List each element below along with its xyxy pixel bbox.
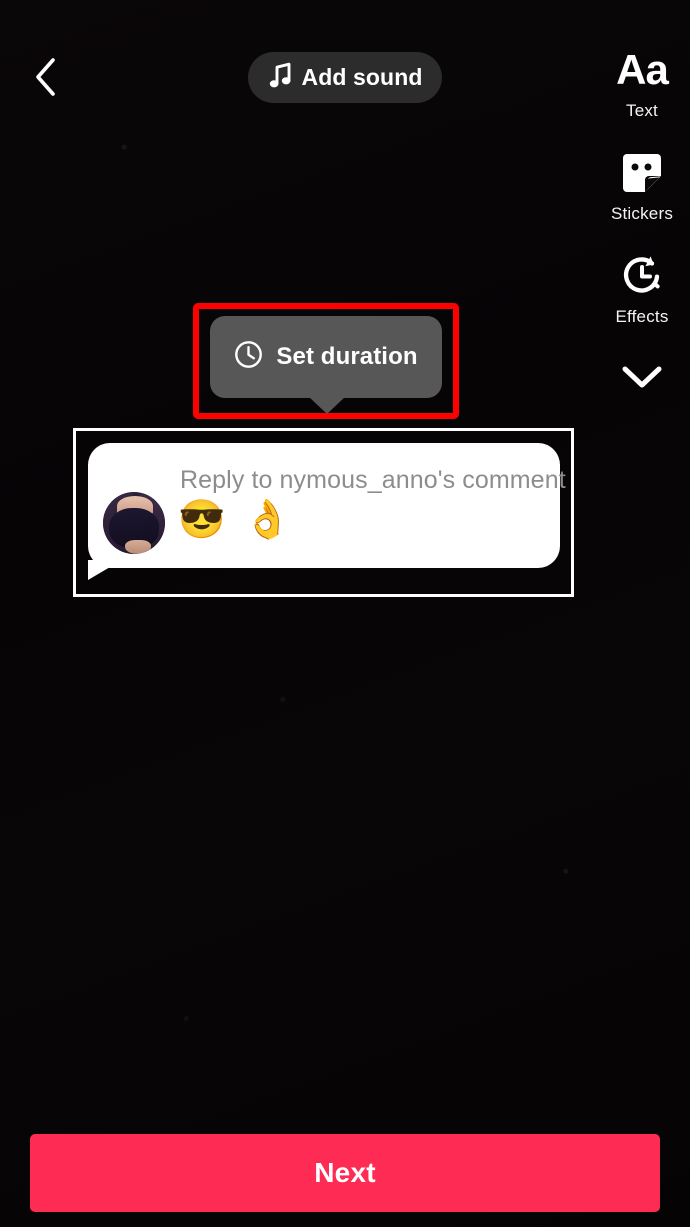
text-aa-glyph: Aa bbox=[616, 46, 669, 93]
collapse-rail-button[interactable] bbox=[594, 353, 690, 405]
editor-screen: Add sound Aa Text Stickers Effects Set d… bbox=[0, 0, 690, 1227]
comment-bubble-tail bbox=[88, 560, 122, 580]
chevron-down-icon bbox=[620, 363, 664, 396]
comment-emojis: 😎 👌 bbox=[178, 499, 296, 541]
rail-item-effects-label: Effects bbox=[615, 307, 669, 326]
comment-reply-text: Reply to nymous_anno's comment bbox=[180, 466, 566, 494]
rail-item-text-label: Text bbox=[626, 101, 658, 120]
rail-item-effects[interactable]: Effects bbox=[594, 250, 690, 327]
tooltip-pointer bbox=[308, 396, 346, 414]
tools-rail: Aa Text Stickers Effects bbox=[594, 44, 690, 405]
clock-icon bbox=[234, 340, 263, 374]
music-note-icon bbox=[268, 61, 292, 94]
set-duration-button[interactable]: Set duration bbox=[210, 316, 442, 398]
rail-item-text[interactable]: Aa Text bbox=[594, 44, 690, 121]
effects-clock-icon bbox=[611, 250, 673, 302]
next-button[interactable]: Next bbox=[30, 1134, 660, 1212]
avatar bbox=[103, 492, 165, 554]
rail-item-stickers-label: Stickers bbox=[610, 204, 674, 223]
rail-item-stickers[interactable]: Stickers bbox=[594, 147, 690, 224]
avatar-chin bbox=[125, 540, 151, 554]
text-aa-icon: Aa bbox=[611, 44, 673, 96]
add-sound-button[interactable]: Add sound bbox=[248, 52, 442, 103]
video-preview-background bbox=[0, 0, 690, 1227]
next-button-label: Next bbox=[314, 1157, 376, 1188]
back-button[interactable] bbox=[22, 52, 68, 102]
sticker-icon bbox=[611, 147, 673, 199]
add-sound-label: Add sound bbox=[301, 64, 423, 90]
chevron-left-icon bbox=[32, 56, 58, 98]
set-duration-label: Set duration bbox=[276, 343, 418, 370]
